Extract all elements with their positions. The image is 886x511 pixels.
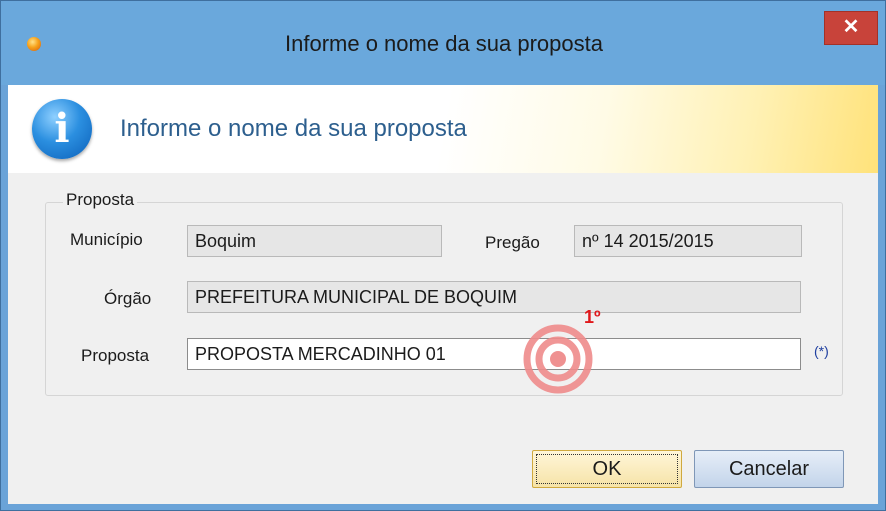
focus-rectangle	[536, 454, 678, 484]
orgao-field: PREFEITURA MUNICIPAL DE BOQUIM	[187, 281, 801, 313]
dialog-window: Informe o nome da sua proposta ✕ i Infor…	[0, 0, 886, 511]
municipio-field: Boquim	[187, 225, 442, 257]
groupbox-legend: Proposta	[63, 190, 138, 210]
window-title: Informe o nome da sua proposta	[285, 31, 603, 56]
proposta-input[interactable]: PROPOSTA MERCADINHO 01	[187, 338, 801, 370]
orgao-label: Órgão	[104, 289, 152, 308]
header-text: Informe o nome da sua proposta	[120, 115, 467, 142]
title-bar[interactable]: Informe o nome da sua proposta ✕	[1, 1, 885, 85]
close-button[interactable]: ✕	[824, 11, 878, 45]
required-mark: (*)	[814, 343, 829, 359]
cancel-button-label: Cancelar	[728, 458, 810, 480]
ok-button[interactable]: OK	[532, 450, 682, 488]
proposta-label: Proposta	[81, 346, 150, 365]
info-icon: i	[32, 99, 92, 159]
step-number-label: 1º	[584, 307, 601, 327]
pregao-label: Pregão	[485, 233, 540, 252]
municipio-label: Município	[70, 230, 143, 249]
header-band: i Informe o nome da sua proposta	[8, 85, 878, 173]
pregao-field: nº 14 2015/2015	[574, 225, 802, 257]
cancel-button[interactable]: Cancelar	[694, 450, 844, 488]
dialog-body: i Informe o nome da sua proposta Propost…	[8, 85, 878, 504]
click-target-marker	[523, 324, 593, 394]
